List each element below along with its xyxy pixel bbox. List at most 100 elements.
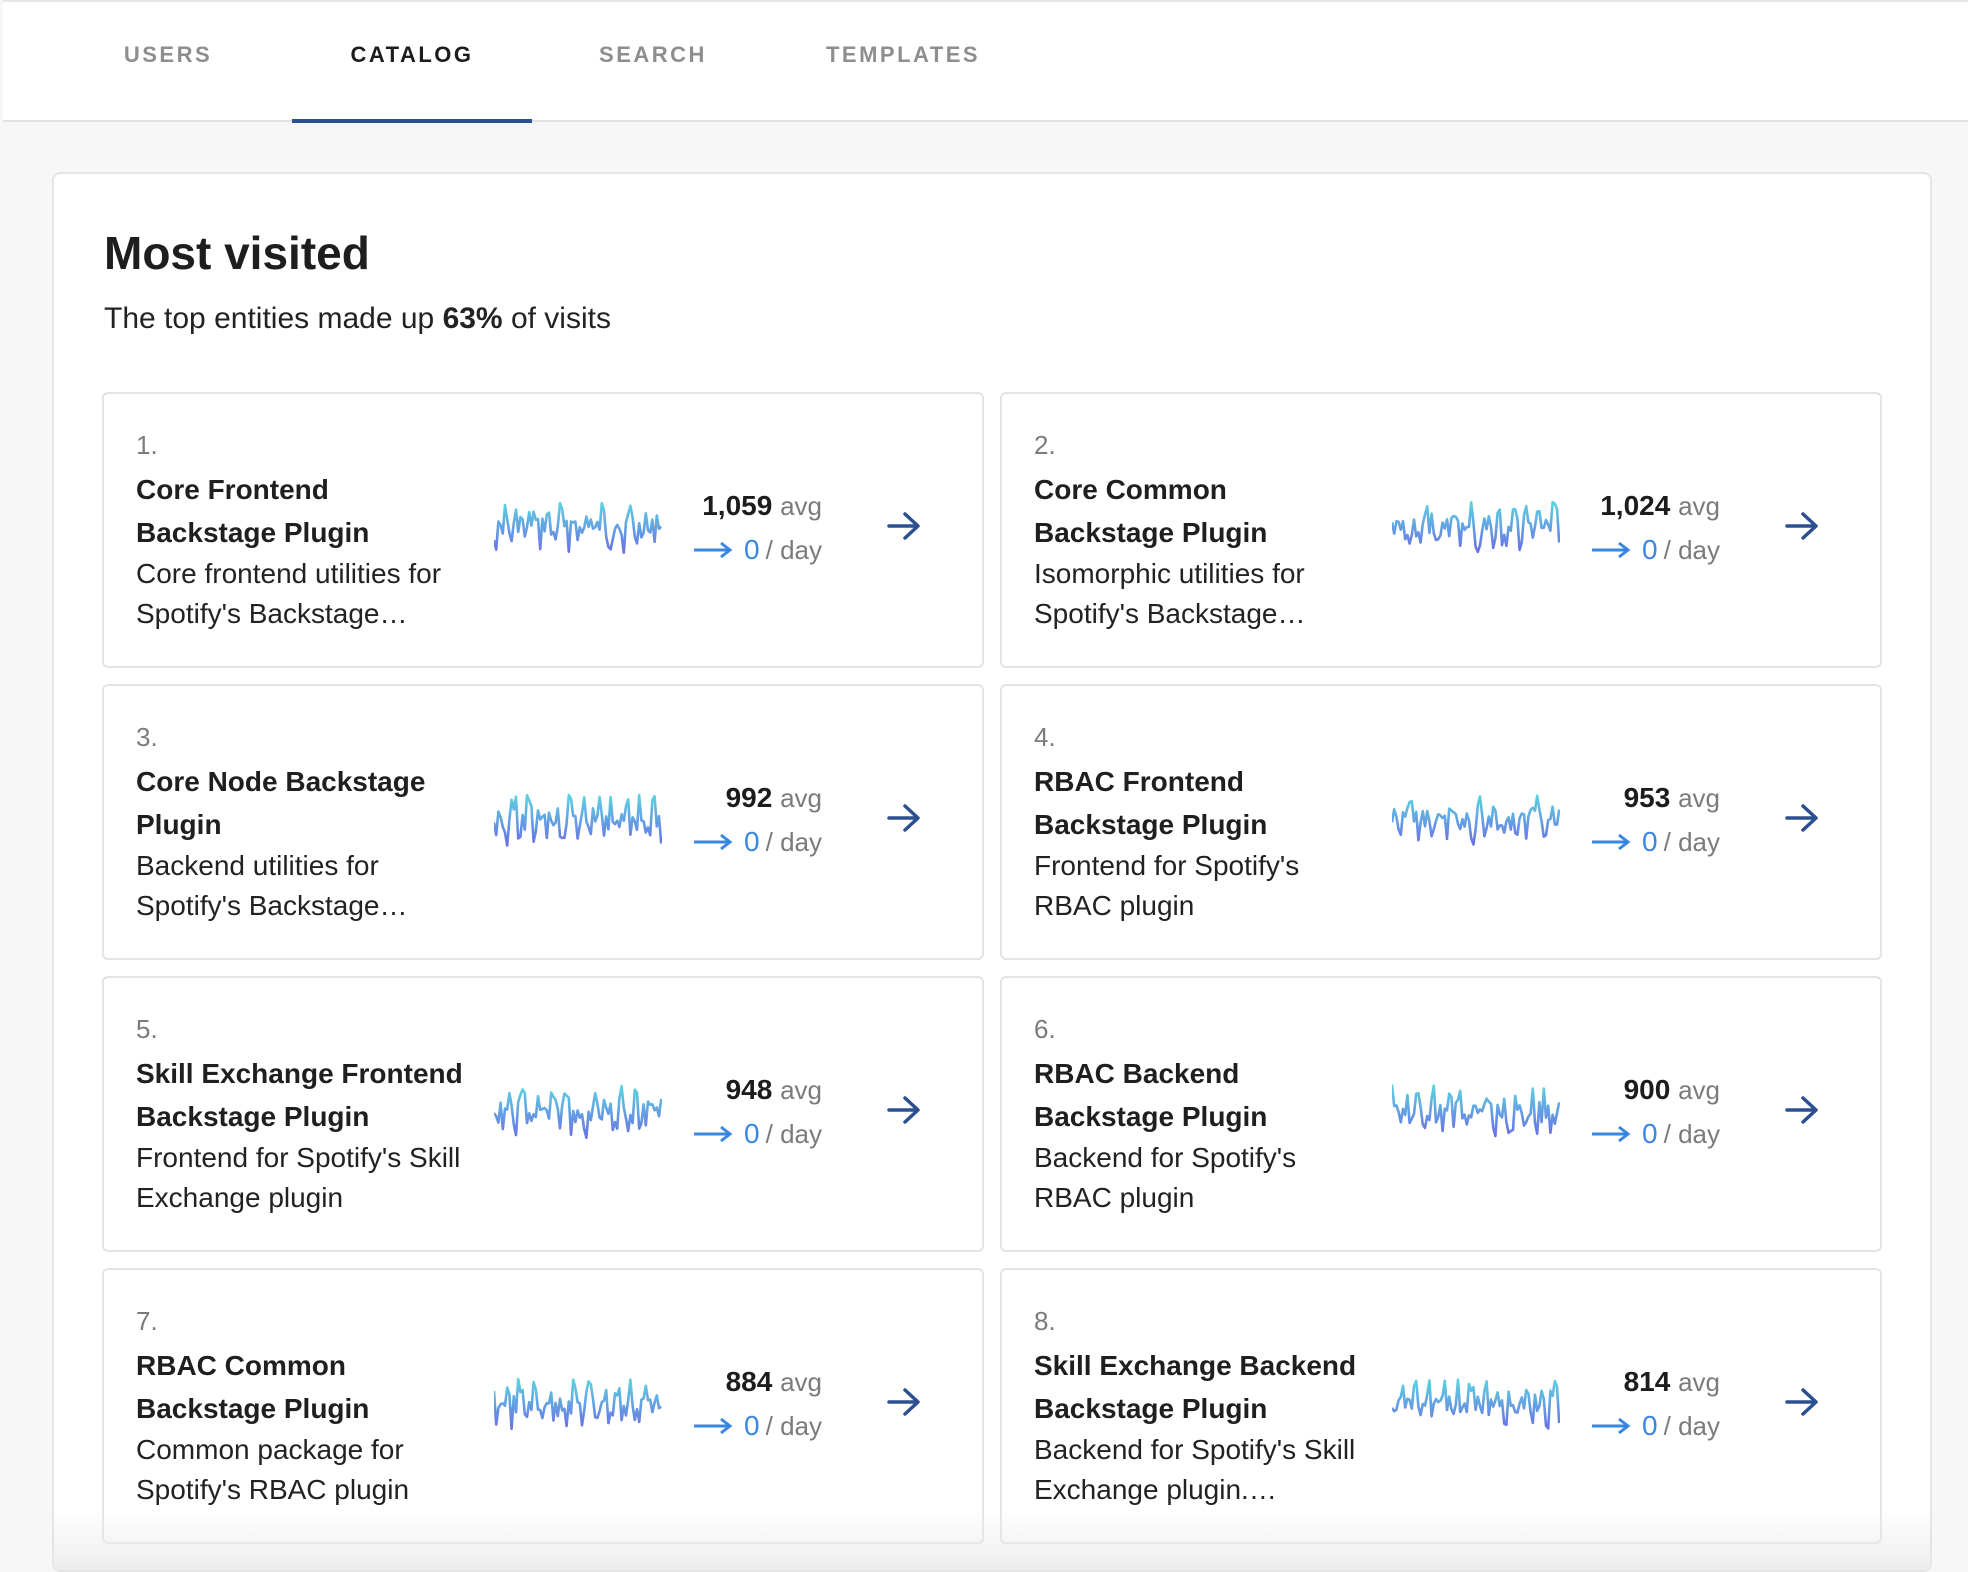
per-day-label: / day — [1663, 1410, 1720, 1441]
average-visits: 992 avg — [726, 782, 822, 814]
entity-description: Backend utilities for Spotify's Backstag… — [136, 850, 408, 921]
entity-description: Core frontend utilities for Spotify's Ba… — [136, 558, 442, 629]
daily-trend: 0 / day — [1592, 826, 1720, 858]
arrow-right-icon[interactable] — [884, 506, 924, 546]
subtitle-prefix: The top entities made up — [104, 302, 435, 335]
sparkline-path — [494, 1377, 662, 1431]
average-label: avg — [1678, 1367, 1720, 1397]
entity-card[interactable]: 6. RBAC Backend Backstage Plugin Backend… — [1000, 976, 1882, 1252]
tab-search[interactable]: SEARCH — [558, 2, 748, 122]
average-visits: 953 avg — [1624, 782, 1720, 814]
average-value: 1,059 — [702, 490, 773, 521]
average-value: 948 — [725, 1074, 773, 1105]
average-visits: 884 avg — [726, 1366, 822, 1398]
arrow-right-icon[interactable] — [884, 1090, 924, 1130]
sparkline-chart — [494, 501, 662, 555]
entity-description: Backend for Spotify's RBAC plugin — [1034, 1142, 1297, 1213]
entity-card[interactable]: 8. Skill Exchange Backend Backstage Plug… — [1000, 1268, 1882, 1544]
per-day-label: / day — [1663, 534, 1720, 565]
entity-name: Core Frontend Backstage Plugin — [136, 474, 370, 548]
sparkline-chart — [1392, 500, 1560, 554]
per-day-value: 0 — [1642, 1410, 1658, 1441]
daily-trend: 0 / day — [1592, 534, 1720, 566]
average-visits: 900 avg — [1624, 1074, 1720, 1106]
entity-rank: 5. — [136, 1014, 158, 1044]
sparkline-chart — [494, 1377, 662, 1431]
tab-users[interactable]: USERS — [73, 2, 263, 122]
entity-name: Skill Exchange Backend Backstage Plugin — [1034, 1350, 1357, 1424]
average-visits: 814 avg — [1624, 1366, 1720, 1398]
arrow-right-icon[interactable] — [884, 1382, 924, 1422]
entity-description: Frontend for Spotify's Skill Exchange pl… — [136, 1142, 461, 1213]
sparkline-path — [1392, 1084, 1560, 1138]
active-tab-indicator — [292, 119, 532, 123]
entity-rank: 1. — [136, 430, 158, 460]
arrow-right-icon[interactable] — [884, 798, 924, 838]
per-day-value: 0 — [744, 534, 760, 565]
entity-card[interactable]: 3. Core Node Backstage Plugin Backend ut… — [102, 684, 984, 960]
average-value: 992 — [725, 782, 773, 813]
average-label: avg — [780, 783, 822, 813]
per-day-label: / day — [765, 534, 822, 565]
trend-flat-arrow-icon — [1592, 833, 1631, 851]
tab-catalog[interactable]: CATALOG — [292, 2, 532, 123]
tab-bar: USERS CATALOG SEARCH TEMPLATES — [3, 0, 1968, 123]
entity-name: Core Common Backstage Plugin — [1034, 474, 1268, 548]
average-label: avg — [1678, 491, 1720, 521]
average-value: 884 — [725, 1366, 773, 1397]
per-day-value: 0 — [744, 826, 760, 857]
sparkline-path — [494, 1084, 662, 1140]
subtitle-suffix: of visits — [510, 302, 611, 335]
trend-flat-arrow-icon — [694, 1417, 733, 1435]
tab-label: TEMPLATES — [825, 42, 981, 67]
daily-trend: 0 / day — [694, 1410, 822, 1442]
tab-label: CATALOG — [350, 42, 474, 67]
arrow-right-icon[interactable] — [1782, 506, 1822, 546]
arrow-right-icon[interactable] — [1782, 798, 1822, 838]
arrow-right-icon[interactable] — [1782, 1382, 1822, 1422]
entity-name: RBAC Frontend Backstage Plugin — [1034, 766, 1268, 840]
entity-description: Common package for Spotify's RBAC plugin — [136, 1434, 410, 1505]
trend-flat-arrow-icon — [694, 1125, 733, 1143]
entity-card[interactable]: 1. Core Frontend Backstage Plugin Core f… — [102, 392, 984, 668]
most-visited-card: Most visited The top entities made up 63… — [52, 172, 1932, 1572]
daily-trend: 0 / day — [694, 534, 822, 566]
per-day-label: / day — [1663, 826, 1720, 857]
entity-description: Isomorphic utilities for Spotify's Backs… — [1034, 558, 1306, 629]
entity-grid: 1. Core Frontend Backstage Plugin Core f… — [102, 392, 1882, 1544]
per-day-label: / day — [765, 1410, 822, 1441]
trend-flat-arrow-icon — [694, 541, 733, 559]
entity-card[interactable]: 4. RBAC Frontend Backstage Plugin Fronte… — [1000, 684, 1882, 960]
trend-flat-arrow-icon — [1592, 1417, 1631, 1435]
per-day-label: / day — [765, 1118, 822, 1149]
entity-name: Core Node Backstage Plugin — [136, 766, 426, 840]
entity-card[interactable]: 5. Skill Exchange Frontend Backstage Plu… — [102, 976, 984, 1252]
sparkline-chart — [494, 793, 662, 847]
arrow-right-icon[interactable] — [1782, 1090, 1822, 1130]
entity-rank: 8. — [1034, 1306, 1056, 1336]
tab-templates[interactable]: TEMPLATES — [793, 2, 1013, 122]
daily-trend: 0 / day — [1592, 1410, 1720, 1442]
sparkline-path — [1392, 794, 1560, 846]
average-value: 900 — [1623, 1074, 1671, 1105]
entity-name: RBAC Common Backstage Plugin — [136, 1350, 370, 1424]
tab-label: USERS — [123, 42, 213, 67]
per-day-value: 0 — [1642, 534, 1658, 565]
per-day-label: / day — [1663, 1118, 1720, 1149]
subtitle-percent: 63% — [442, 302, 503, 335]
average-label: avg — [780, 491, 822, 521]
entity-card[interactable]: 7. RBAC Common Backstage Plugin Common p… — [102, 1268, 984, 1544]
sparkline-path — [1392, 500, 1560, 554]
sparkline-path — [1392, 1378, 1560, 1430]
daily-trend: 0 / day — [694, 826, 822, 858]
entity-rank: 4. — [1034, 722, 1056, 752]
per-day-label: / day — [765, 826, 822, 857]
daily-trend: 0 / day — [1592, 1118, 1720, 1150]
entity-rank: 3. — [136, 722, 158, 752]
entity-rank: 6. — [1034, 1014, 1056, 1044]
entity-card[interactable]: 2. Core Common Backstage Plugin Isomorph… — [1000, 392, 1882, 668]
average-label: avg — [780, 1075, 822, 1105]
tab-label: SEARCH — [599, 42, 707, 67]
average-value: 1,024 — [1600, 490, 1671, 521]
average-visits: 948 avg — [726, 1074, 822, 1106]
